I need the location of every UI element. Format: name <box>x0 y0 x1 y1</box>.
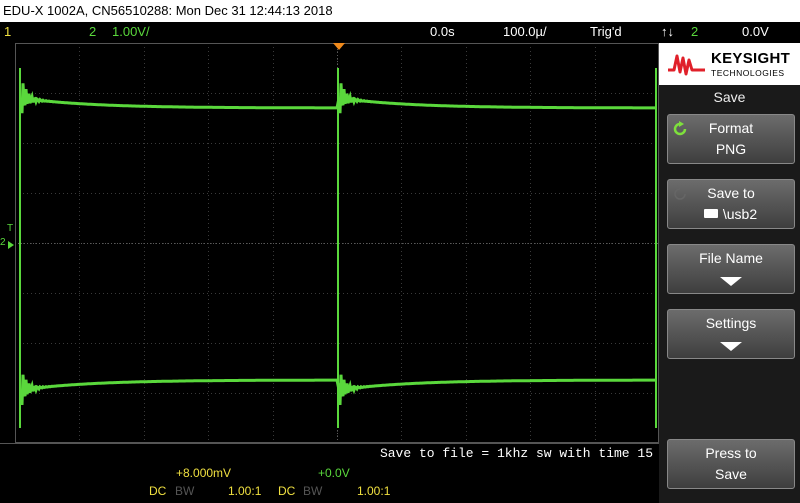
channel-1-probe: 1.00:1 <box>228 484 262 498</box>
window-title: EDU-X 1002A, CN56510288: Mon Dec 31 12:4… <box>0 0 800 22</box>
menu-title: Save <box>713 89 746 105</box>
settings-label: Settings <box>705 315 757 331</box>
channel-2-indicator[interactable]: 2 <box>89 22 96 41</box>
file-name-softkey[interactable]: File Name <box>667 244 795 294</box>
trigger-source: 2 <box>691 24 699 39</box>
trigger-level-marker: T <box>7 223 14 234</box>
time-offset: 0.0s <box>430 24 455 39</box>
ground-arrow-icon <box>8 241 14 249</box>
save-filename-message: Save to file = 1khz sw with time 15 <box>0 443 659 463</box>
trigger-state: Trig'd <box>590 24 622 39</box>
press-to-save-softkey[interactable]: Press to Save <box>667 439 795 489</box>
trigger-slope-icon: ↑↓ <box>661 24 674 39</box>
channel-2-probe: 1.00:1 <box>357 484 391 498</box>
press-to-save-line2: Save <box>715 466 747 482</box>
chevron-down-icon <box>720 277 742 286</box>
keysight-logo: KEYSIGHT TECHNOLOGIES <box>659 43 800 85</box>
softkey-panel: KEYSIGHT TECHNOLOGIES Save Format PNG Sa… <box>659 43 800 503</box>
status-bar: 1 2 1.00V/ 0.0s 100.0µ/ Trig'd ↑↓ 2 0.0V <box>0 22 800 41</box>
save-to-label: Save to <box>707 185 755 201</box>
channel-2-scale: 1.00V/ <box>112 24 150 39</box>
format-value: PNG <box>715 141 747 157</box>
channel-1-bw-limit: BW <box>175 484 195 498</box>
save-to-value: \usb2 <box>722 206 758 222</box>
format-softkey[interactable]: Format PNG <box>667 114 795 164</box>
file-name-label: File Name <box>699 250 763 266</box>
settings-softkey[interactable]: Settings <box>667 309 795 359</box>
channel-1-offset: +8.000mV <box>176 466 232 480</box>
time-scale: 100.0µ/ <box>503 24 547 39</box>
press-to-save-line1: Press to <box>705 445 757 461</box>
brand-name: KEYSIGHT <box>711 50 791 67</box>
waveform-display <box>15 43 659 443</box>
brand-subtitle: TECHNOLOGIES <box>711 68 785 78</box>
channel-1-coupling: DC <box>149 484 167 498</box>
format-label: Format <box>708 120 754 136</box>
usb-icon <box>704 209 718 218</box>
waveform-graticule <box>15 43 659 443</box>
channel-info-bar: +8.000mV +0.0V DC BW 1.00:1 DC BW 1.00:1 <box>0 463 659 503</box>
keysight-wave-icon <box>668 54 705 76</box>
channel-2-ground-marker: 2 <box>0 237 6 248</box>
channel-2-bw-limit: BW <box>303 484 323 498</box>
chevron-down-icon <box>720 342 742 351</box>
channel-2-coupling: DC <box>278 484 296 498</box>
trigger-level: 0.0V <box>742 24 769 39</box>
save-to-softkey[interactable]: Save to \usb2 <box>667 179 795 229</box>
channel-2-offset: +0.0V <box>318 466 350 480</box>
trigger-position-icon <box>333 43 345 50</box>
